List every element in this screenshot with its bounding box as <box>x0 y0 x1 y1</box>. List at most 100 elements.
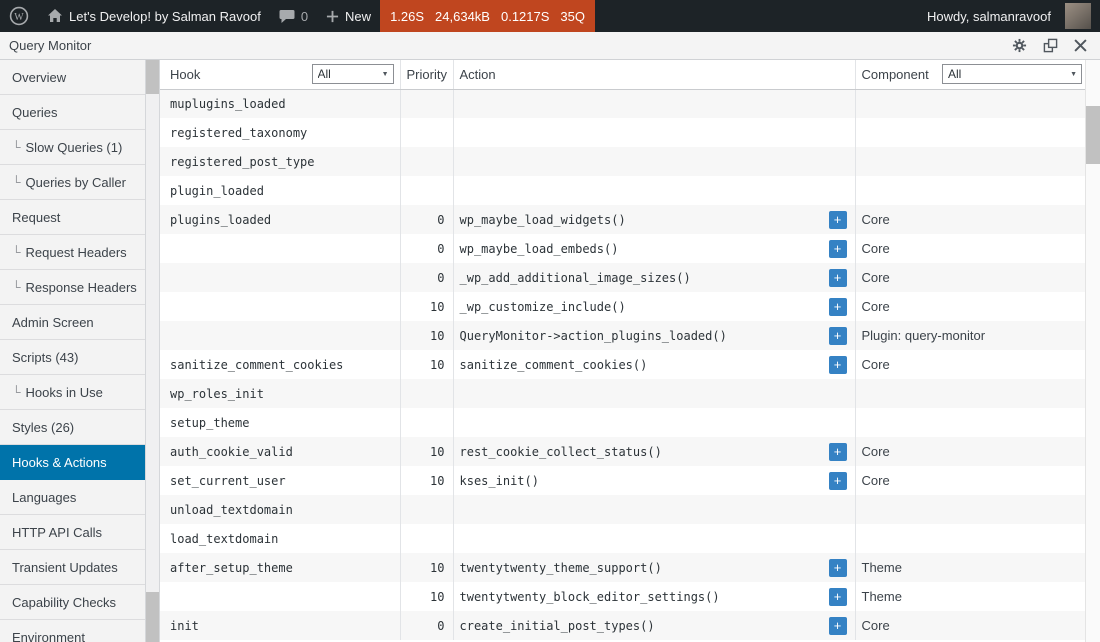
sidebar-item-hooks-actions[interactable]: Hooks & Actions <box>0 445 145 480</box>
action-name: wp_maybe_load_embeds() <box>460 242 619 256</box>
main-scrollbar-thumb[interactable] <box>1086 106 1100 164</box>
action-cell: twentytwenty_block_editor_settings() + <box>453 582 855 611</box>
comments-menu[interactable]: 0 <box>270 0 317 32</box>
hook-cell: set_current_user <box>160 466 400 495</box>
close-icon <box>1074 39 1087 52</box>
sidebar-item-label: Request Headers <box>26 245 127 260</box>
expand-plus-button[interactable]: + <box>829 588 847 606</box>
expand-plus-button[interactable]: + <box>829 269 847 287</box>
avatar <box>1065 3 1091 29</box>
sidebar-item-request[interactable]: Request <box>0 200 145 235</box>
sidebar-item-admin-screen[interactable]: Admin Screen <box>0 305 145 340</box>
hook-filter-select[interactable]: All <box>312 64 394 84</box>
my-account-menu[interactable]: Howdy, salmanravoof <box>918 3 1100 29</box>
sidebar-item-transient-updates[interactable]: Transient Updates <box>0 550 145 585</box>
action-name: _wp_customize_include() <box>460 300 626 314</box>
sidebar-item-label: Scripts (43) <box>12 350 78 365</box>
sidebar-scrollbar[interactable] <box>145 60 160 642</box>
priority-cell: 10 <box>400 437 453 466</box>
site-menu[interactable]: Let's Develop! by Salman Ravoof <box>38 0 270 32</box>
hooks-table-body: muplugins_loadedregistered_taxonomyregis… <box>160 89 1085 640</box>
panel-actions <box>1011 37 1088 54</box>
priority-cell <box>400 176 453 205</box>
action-cell: _wp_add_additional_image_sizes()+ <box>453 263 855 292</box>
action-name: wp_maybe_load_widgets() <box>460 213 626 227</box>
component-cell <box>855 89 1085 118</box>
sidebar-item-capability-checks[interactable]: Capability Checks <box>0 585 145 620</box>
expand-plus-button[interactable]: + <box>829 327 847 345</box>
admin-bar: W Let's Develop! by Salman Ravoof 0 Ne <box>0 0 1100 32</box>
priority-cell: 0 <box>400 234 453 263</box>
action-cell-inner: twentytwenty_theme_support() + <box>460 559 847 577</box>
sidebar-item-request-headers[interactable]: └ Request Headers <box>0 235 145 270</box>
wp-logo-menu[interactable]: W <box>0 0 38 32</box>
sidebar-item-label: Languages <box>12 490 76 505</box>
component-cell <box>855 524 1085 553</box>
table-row: registered_post_type <box>160 147 1085 176</box>
hook-cell: muplugins_loaded <box>160 89 400 118</box>
child-branch-icon: └ <box>12 140 21 154</box>
action-name: rest_cookie_collect_status() <box>460 445 662 459</box>
table-row: 0_wp_add_additional_image_sizes()+Core <box>160 263 1085 292</box>
table-row: setup_theme <box>160 408 1085 437</box>
sidebar-item-label: Styles (26) <box>12 420 74 435</box>
sidebar-item-slow-queries-1-[interactable]: └Slow Queries (1) <box>0 130 145 165</box>
sidebar-item-queries[interactable]: Queries <box>0 95 145 130</box>
hook-cell: wp_roles_init <box>160 379 400 408</box>
comments-icon <box>279 9 295 24</box>
sidebar-scrollbar-thumb[interactable] <box>146 60 159 94</box>
component-cell: Plugin: query-monitor <box>855 321 1085 350</box>
expand-plus-button[interactable]: + <box>829 617 847 635</box>
close-button[interactable] <box>1073 38 1088 53</box>
priority-cell <box>400 379 453 408</box>
hooks-table: Hook All ▼ Priority <box>160 60 1085 640</box>
priority-cell: 0 <box>400 263 453 292</box>
action-name: twentytwenty_theme_support() <box>460 561 662 575</box>
settings-button[interactable] <box>1011 37 1028 54</box>
expand-plus-button[interactable]: + <box>829 298 847 316</box>
table-row: load_textdomain <box>160 524 1085 553</box>
component-cell: Core <box>855 263 1085 292</box>
query-monitor-admin-bar-button[interactable]: 1.26S 24,634kB 0.1217S 35Q <box>380 0 595 32</box>
main-scrollbar[interactable] <box>1085 60 1100 642</box>
expand-plus-button[interactable]: + <box>829 472 847 490</box>
expand-plus-button[interactable]: + <box>829 443 847 461</box>
sidebar-item-response-headers[interactable]: └Response Headers <box>0 270 145 305</box>
action-name: twentytwenty_block_editor_settings() <box>460 590 720 604</box>
new-content-menu[interactable]: New <box>317 0 380 32</box>
sidebar-item-languages[interactable]: Languages <box>0 480 145 515</box>
qm-panel-body: OverviewQueries└Slow Queries (1)└Queries… <box>0 60 1100 642</box>
expand-plus-button[interactable]: + <box>829 211 847 229</box>
action-cell-inner: kses_init()+ <box>460 472 847 490</box>
sidebar-item-overview[interactable]: Overview <box>0 60 145 95</box>
hook-cell <box>160 321 400 350</box>
action-cell <box>453 176 855 205</box>
sidebar-item-http-api-calls[interactable]: HTTP API Calls <box>0 515 145 550</box>
action-cell-inner: _wp_customize_include() + <box>460 298 847 316</box>
sidebar-item-queries-by-caller[interactable]: └Queries by Caller <box>0 165 145 200</box>
table-row: wp_roles_init <box>160 379 1085 408</box>
action-cell <box>453 118 855 147</box>
sidebar-item-label: Transient Updates <box>12 560 118 575</box>
expand-plus-button[interactable]: + <box>829 356 847 374</box>
sidebar-scrollbar-thumb-bottom[interactable] <box>146 592 159 642</box>
priority-cell <box>400 408 453 437</box>
sidebar-item-scripts-43-[interactable]: Scripts (43) <box>0 340 145 375</box>
component-cell <box>855 147 1085 176</box>
expand-plus-button[interactable]: + <box>829 240 847 258</box>
table-row: init0create_initial_post_types()+Core <box>160 611 1085 640</box>
toggle-position-button[interactable] <box>1042 37 1059 54</box>
sidebar-item-hooks-in-use[interactable]: └Hooks in Use <box>0 375 145 410</box>
action-cell <box>453 408 855 437</box>
action-column-header: Action <box>460 67 496 82</box>
expand-plus-button[interactable]: + <box>829 559 847 577</box>
child-branch-icon: └ <box>12 245 21 259</box>
sidebar-item-environment[interactable]: Environment <box>0 620 145 642</box>
sidebar-item-styles-26-[interactable]: Styles (26) <box>0 410 145 445</box>
action-cell: sanitize_comment_cookies()+ <box>453 350 855 379</box>
action-cell-inner: wp_maybe_load_embeds() + <box>460 240 847 258</box>
table-row: 10twentytwenty_block_editor_settings()+T… <box>160 582 1085 611</box>
hook-cell: init <box>160 611 400 640</box>
hook-cell: after_setup_theme <box>160 553 400 582</box>
component-filter-select[interactable]: All <box>942 64 1082 84</box>
